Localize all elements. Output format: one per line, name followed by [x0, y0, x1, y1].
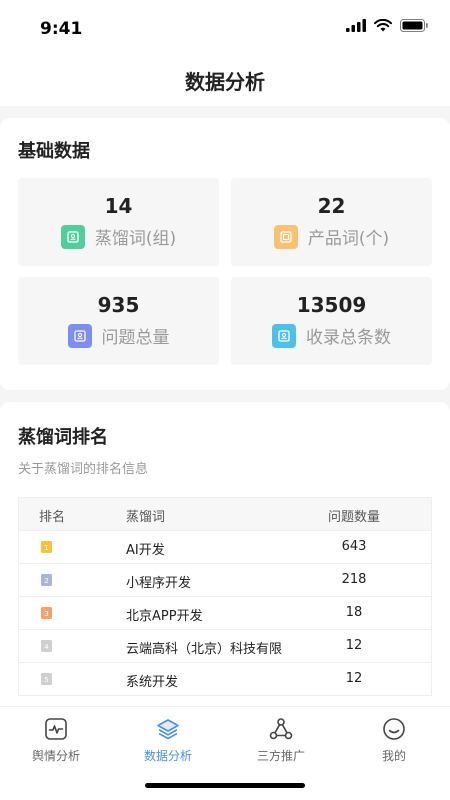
svg-text:3: 3 [44, 610, 48, 618]
share-icon [269, 718, 293, 740]
battery-icon [400, 19, 428, 32]
table-row[interactable]: 4 云端高科（北京）科技有限 12 [19, 630, 431, 663]
basic-data-title: 基础数据 [18, 141, 90, 162]
row-count: 12 [345, 638, 363, 653]
tab-label: 数据分析 [143, 749, 192, 763]
stat-value: 13509 [296, 293, 367, 317]
row-count: 643 [341, 539, 367, 554]
stat-label: 问题总量 [101, 328, 170, 348]
status-icons [346, 19, 428, 32]
row-count: 218 [341, 572, 367, 587]
wifi-icon [374, 19, 392, 32]
home-indicator [145, 783, 305, 788]
svg-text:4: 4 [44, 643, 49, 651]
stat-distill-words[interactable]: 14 蒸馏词(组) [18, 178, 219, 266]
medal-icon: 4 [41, 640, 52, 652]
svg-text:2: 2 [44, 577, 48, 585]
stat-question-total[interactable]: 935 问题总量 [18, 277, 219, 365]
stat-value: 935 [97, 293, 140, 317]
row-word: AI开发 [126, 543, 165, 558]
ranking-table: 排名 蒸馏词 问题数量 1 AI开发 643 2 小程序开发 218 3 北京A… [18, 497, 432, 696]
basic-data-card: 基础数据 14 蒸馏词(组) 22 产品词(个) 935 问题总量 13509 [0, 118, 450, 390]
status-time: 9:41 [40, 19, 83, 39]
stat-label: 产品词(个) [307, 229, 390, 249]
page-title: 数据分析 [185, 70, 265, 94]
header-rank: 排名 [39, 510, 66, 525]
stat-product-words[interactable]: 22 产品词(个) [231, 178, 432, 266]
medal-icon: 5 [41, 673, 52, 685]
medal-icon: 1 [41, 541, 52, 553]
stat-label: 蒸馏词(组) [94, 229, 177, 249]
smile-icon [383, 718, 405, 740]
table-row[interactable]: 1 AI开发 643 [19, 531, 431, 564]
document-icon [60, 224, 85, 249]
row-count: 12 [345, 671, 363, 686]
tab-data-analysis[interactable]: 数据分析 [112, 707, 224, 777]
tab-label: 我的 [381, 749, 406, 763]
header-word: 蒸馏词 [126, 510, 166, 525]
stat-label: 收录总条数 [306, 328, 391, 348]
tab-label: 三方推广 [256, 749, 305, 763]
table-header: 排名 蒸馏词 问题数量 [19, 498, 431, 531]
stat-indexed-total[interactable]: 13509 收录总条数 [231, 277, 432, 365]
header-count: 问题数量 [327, 510, 380, 525]
medal-icon: 3 [41, 607, 52, 619]
row-count: 18 [345, 605, 363, 620]
table-row[interactable]: 2 小程序开发 218 [19, 564, 431, 597]
nav-bar: 数据分析 [0, 56, 450, 106]
svg-text:5: 5 [44, 676, 48, 684]
tab-label: 舆情分析 [31, 749, 80, 763]
row-word: 小程序开发 [126, 576, 192, 591]
table-row[interactable]: 3 北京APP开发 18 [19, 597, 431, 630]
document-icon [273, 224, 298, 249]
row-word: 云端高科（北京）科技有限 [126, 642, 283, 657]
svg-text:1: 1 [44, 544, 48, 552]
ranking-card: 蒸馏词排名 关于蒸馏词的排名信息 排名 蒸馏词 问题数量 1 AI开发 643 … [0, 402, 450, 732]
row-word: 北京APP开发 [126, 609, 203, 624]
signal-icon [346, 19, 366, 32]
medal-icon: 2 [41, 574, 52, 586]
status-bar: 9:41 [0, 0, 450, 56]
ranking-title: 蒸馏词排名 [18, 427, 108, 448]
tab-promotion[interactable]: 三方推广 [225, 707, 337, 777]
document-icon [67, 323, 92, 348]
monitor-icon [45, 718, 67, 740]
row-word: 系统开发 [126, 675, 179, 690]
tab-mine[interactable]: 我的 [338, 707, 450, 777]
stat-value: 22 [317, 194, 346, 218]
stat-value: 14 [104, 194, 133, 218]
layers-icon [157, 719, 179, 740]
table-row[interactable]: 5 系统开发 12 [19, 663, 431, 696]
document-icon [272, 323, 296, 348]
tab-sentiment[interactable]: 舆情分析 [0, 707, 112, 777]
ranking-subtitle: 关于蒸馏词的排名信息 [18, 462, 149, 477]
